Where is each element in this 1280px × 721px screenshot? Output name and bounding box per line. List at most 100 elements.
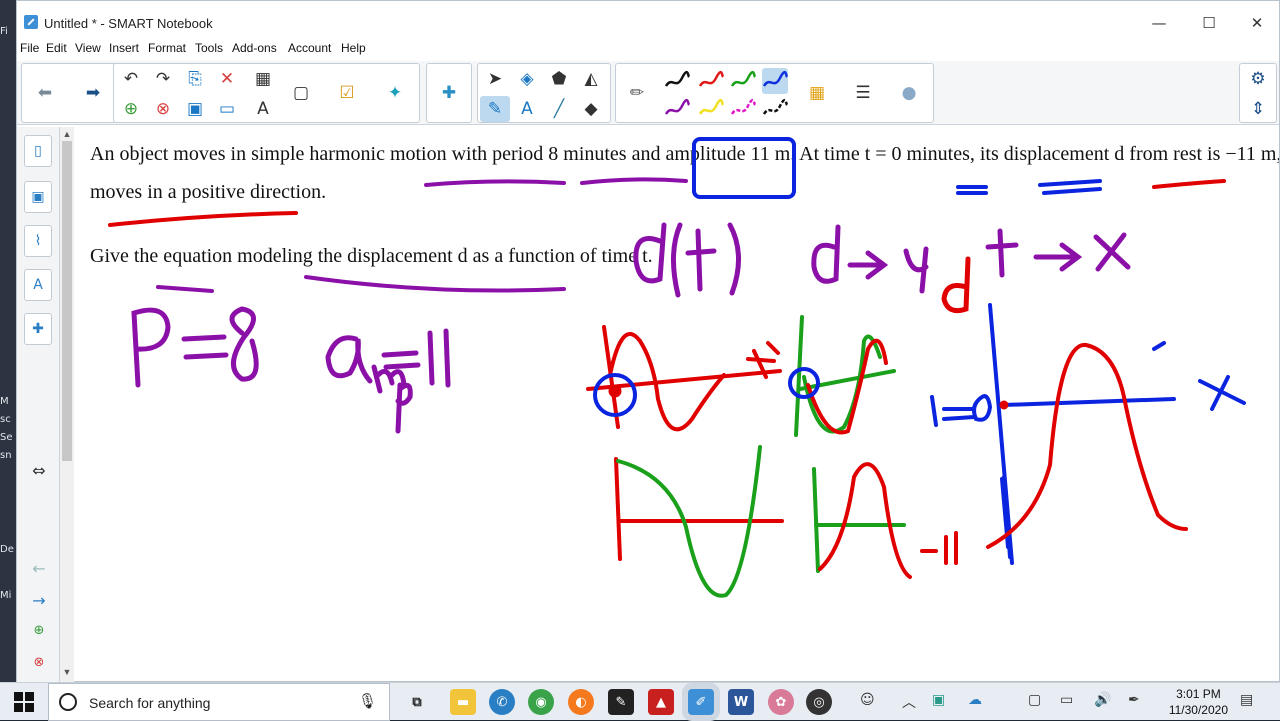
obs-icon[interactable]: ◎ <box>806 689 832 715</box>
eraser-bucket-icon[interactable]: ◭ <box>576 66 606 92</box>
pen-tool-icon[interactable]: ✏ <box>622 80 652 106</box>
taskbar-clock[interactable]: 3:01 PM 11/30/2020 <box>1169 686 1228 718</box>
menu-account[interactable]: Account <box>288 41 331 55</box>
add-page-icon[interactable]: ⊕ <box>116 96 146 122</box>
notifications-icon[interactable]: ▤ <box>1240 692 1253 708</box>
acrobat-icon[interactable]: ▲ <box>648 689 674 715</box>
app-10-icon[interactable]: ✿ <box>768 689 794 715</box>
pens-icon[interactable]: ✎ <box>480 96 510 122</box>
window-title: Untitled * - SMART Notebook <box>44 16 213 31</box>
tray-chevron-icon[interactable]: ︿ <box>902 692 916 712</box>
pen-black-dashed[interactable] <box>762 96 788 122</box>
next-page-icon[interactable]: → <box>25 591 53 610</box>
shapes-icon[interactable]: ◈ <box>512 66 542 92</box>
response-icon[interactable]: ☑ <box>332 80 362 106</box>
people-icon[interactable]: ☺ <box>860 692 875 708</box>
notebook-page-canvas[interactable]: An object moves in simple harmonic motio… <box>74 127 1279 681</box>
select-icon[interactable]: ➤ <box>480 66 510 92</box>
measurement-tools-icon[interactable]: A <box>248 96 278 122</box>
redo-icon[interactable]: ↷ <box>148 66 178 92</box>
menu-view[interactable]: View <box>75 41 101 55</box>
tools-group: ➤ ◈ ⬟ ◭ ✎ A ╱ ◆ <box>477 63 611 123</box>
add-page-side-icon[interactable]: ⊕ <box>25 623 53 638</box>
smart-notebook-app-icon <box>24 15 38 29</box>
task-view-icon[interactable]: ⧉ <box>404 689 430 715</box>
attachments-tab[interactable]: ⌇ <box>24 225 52 257</box>
firefox-icon[interactable]: ◐ <box>568 689 594 715</box>
ink-annotations <box>108 137 1246 598</box>
bg-text: M <box>0 396 9 407</box>
display-icon[interactable]: ▢ <box>286 80 316 106</box>
addons-tab[interactable]: ✚ <box>24 313 52 345</box>
gallery-tab[interactable]: ▣ <box>24 181 52 213</box>
scroll-up-icon[interactable]: ▲ <box>60 129 74 139</box>
properties-tab[interactable]: A <box>24 269 52 301</box>
undo-icon[interactable]: ↶ <box>116 66 146 92</box>
maximize-button[interactable]: ☐ <box>1199 13 1219 33</box>
menu-addons[interactable]: Add-ons <box>232 41 277 55</box>
pen-purple[interactable] <box>664 96 690 122</box>
prev-page-icon[interactable]: ← <box>25 559 53 578</box>
clock-date: 11/30/2020 <box>1168 703 1228 717</box>
chrome-icon[interactable]: ◉ <box>528 689 554 715</box>
pen-workspace-icon[interactable]: ✒ <box>1128 692 1140 708</box>
background-window-edge: Fi M sc Se sn De Mi <box>0 0 16 682</box>
onedrive-icon[interactable]: ☁ <box>968 692 982 708</box>
color-palette-icon[interactable]: ▦ <box>802 80 832 106</box>
pen-blue[interactable] <box>762 68 788 94</box>
delete-icon[interactable]: ✕ <box>212 66 242 92</box>
pen-magenta[interactable] <box>730 96 756 122</box>
taskbar-search-box[interactable]: Search for anything 🎙 <box>48 683 390 721</box>
file-explorer-icon[interactable]: ▬ <box>450 689 476 715</box>
network-icon[interactable]: ▭ <box>1060 692 1073 708</box>
text-icon[interactable]: A <box>512 96 542 122</box>
app-icon[interactable]: ✎ <box>608 689 634 715</box>
menu-format[interactable]: Format <box>148 41 186 55</box>
fill-effects-icon[interactable]: ● <box>894 80 924 106</box>
menu-help[interactable]: Help <box>341 41 366 55</box>
delete-page-side-icon[interactable]: ⊗ <box>25 655 53 670</box>
resize-sidebar-icon[interactable]: ⇔ <box>25 461 53 480</box>
menu-tools[interactable]: Tools <box>195 41 223 55</box>
line-style-icon[interactable]: ☰ <box>848 80 878 106</box>
line-icon[interactable]: ╱ <box>544 96 574 122</box>
close-button[interactable]: ✕ <box>1247 13 1267 33</box>
puzzle-icon[interactable]: ✚ <box>434 80 464 106</box>
menu-insert[interactable]: Insert <box>109 41 139 55</box>
pen-yellow[interactable] <box>698 96 724 122</box>
remove-page-icon[interactable]: ⊗ <box>148 96 178 122</box>
tray-camera-icon[interactable]: ▢ <box>1028 692 1041 708</box>
minimize-button[interactable]: — <box>1149 13 1169 33</box>
main-toolbar: ⬅ ➡ ↶ ↷ ⎘ ✕ ▦ ⊕ ⊗ ▣ ▭ A ▢ ☑ ✦ ✚ ➤ ◈ ⬟ ◭ … <box>17 61 1279 125</box>
scroll-down-icon[interactable]: ▼ <box>60 667 74 677</box>
toolbar-position-icon[interactable]: ⇕ <box>1243 96 1273 122</box>
fill-icon[interactable]: ⬟ <box>544 66 574 92</box>
microphone-icon[interactable]: 🎙 <box>358 692 377 710</box>
windows-start-icon[interactable] <box>14 692 34 712</box>
activity-builder-icon[interactable]: ✦ <box>380 80 410 106</box>
settings-icon[interactable]: ⚙ <box>1243 66 1273 92</box>
screen-capture-icon[interactable]: ⎘ <box>180 66 210 92</box>
smart-notebook-taskbar-icon[interactable]: ✐ <box>688 689 714 715</box>
back-arrow-icon[interactable]: ⬅ <box>30 80 60 106</box>
table-icon[interactable]: ▦ <box>248 66 278 92</box>
pen-black[interactable] <box>664 68 690 94</box>
search-placeholder: Search for anything <box>89 695 211 711</box>
bg-text: Fi <box>0 26 8 37</box>
eraser-icon[interactable]: ◆ <box>576 96 606 122</box>
skype-icon[interactable]: ✆ <box>489 689 515 715</box>
page-sorter-tab[interactable]: ▯ <box>24 135 52 167</box>
save-icon[interactable]: ▣ <box>180 96 210 122</box>
bg-text: Se <box>0 432 13 443</box>
tray-app-icon[interactable]: ▣ <box>932 692 945 708</box>
menu-file[interactable]: File <box>20 41 39 55</box>
pen-green[interactable] <box>730 68 756 94</box>
volume-icon[interactable]: 🔊 <box>1094 692 1111 708</box>
pen-red[interactable] <box>698 68 724 94</box>
word-icon[interactable]: W <box>728 689 754 715</box>
vertical-scrollbar[interactable]: ▲ ▼ <box>60 127 74 683</box>
menu-edit[interactable]: Edit <box>46 41 67 55</box>
scroll-thumb[interactable] <box>62 141 72 461</box>
forward-arrow-icon[interactable]: ➡ <box>78 80 108 106</box>
screen-shade-icon[interactable]: ▭ <box>212 96 242 122</box>
